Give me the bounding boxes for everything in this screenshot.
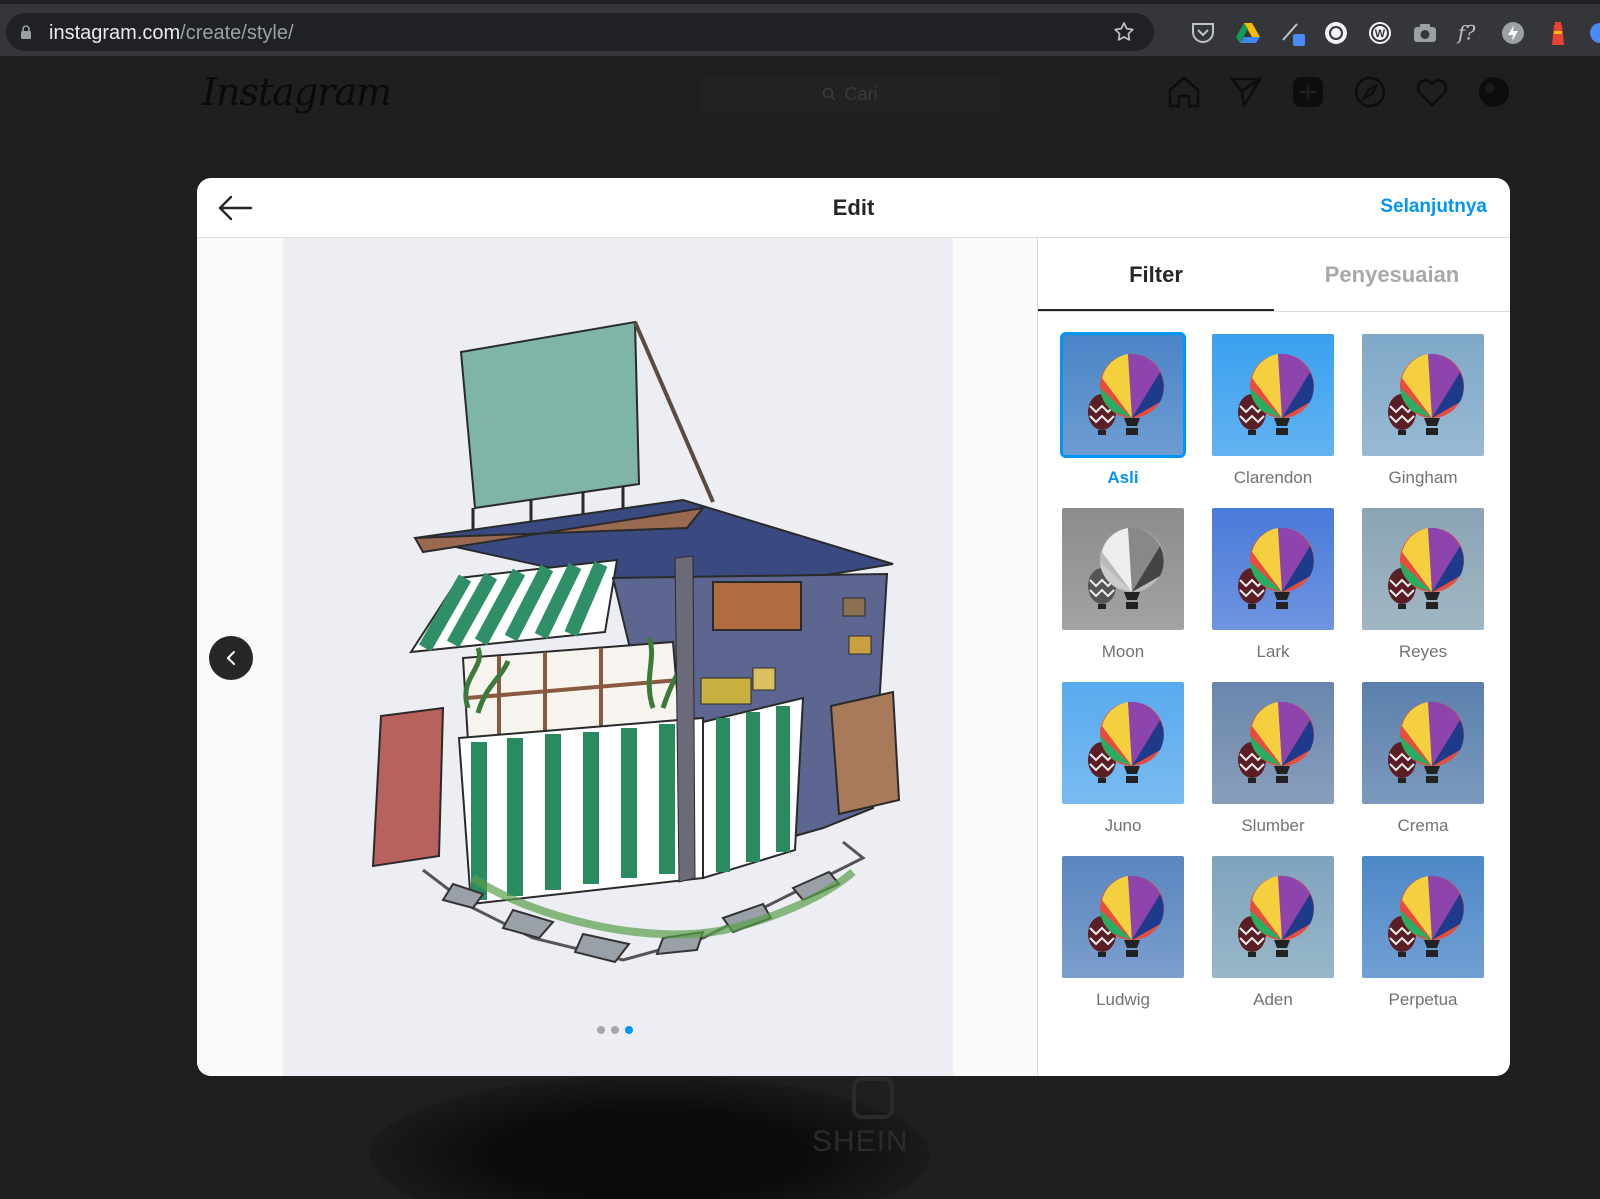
photo-preview-area [197,238,1037,1076]
url-path: /create/style/ [180,22,294,44]
lightning-extension-icon[interactable] [1500,20,1526,46]
filter-thumbnail [1212,334,1334,456]
new-post-icon[interactable] [1290,74,1326,110]
hot-air-balloon-icon [1238,701,1314,783]
filter-option[interactable]: Perpetua [1362,856,1484,1010]
camera-icon[interactable] [1412,20,1438,46]
filter-thumbnail [1060,332,1186,458]
bookmark-star-icon[interactable] [1112,20,1136,44]
hot-air-balloon-icon [1388,353,1464,435]
filter-label: Ludwig [1096,990,1150,1009]
lighthouse-extension-icon[interactable] [1545,20,1571,46]
filter-option[interactable]: Crema [1362,682,1484,836]
carousel-dot-active [625,1026,633,1034]
filter-option[interactable]: Clarendon [1212,334,1334,488]
font-identifier-icon[interactable]: f? [1456,20,1482,46]
filter-option[interactable]: Aden [1212,856,1334,1010]
svg-text:W: W [1375,28,1386,40]
filter-label: Slumber [1241,816,1305,835]
search-icon [823,87,837,101]
hot-air-balloon-icon [1088,527,1164,609]
hot-air-balloon-icon [1388,527,1464,609]
hot-air-balloon-icon [1388,875,1464,957]
filter-option[interactable]: Slumber [1212,682,1334,836]
explore-icon[interactable] [1352,74,1388,110]
filter-label: Clarendon [1233,468,1313,487]
tab-filter[interactable]: Filter [1038,238,1274,311]
filter-thumbnail [1062,682,1184,804]
next-button[interactable]: Selanjutnya [1380,196,1487,218]
edit-side-panel: Filter Penyesuaian Asli Clarendon Gingham M… [1037,238,1510,1076]
wordpress-icon[interactable]: W [1367,20,1393,46]
filter-thumbnail [1062,508,1184,630]
filter-thumbnail [1062,856,1184,978]
instagram-header: Instagram Cari [0,56,1600,132]
filter-thumbnail [1362,508,1484,630]
carousel-dot [597,1026,605,1034]
hot-air-balloon-icon [1388,701,1464,783]
filter-label: Moon [1101,642,1145,661]
filter-thumbnail [1362,334,1484,456]
filter-label: Lark [1256,642,1290,661]
filter-option[interactable]: Asli [1060,332,1186,488]
home-icon[interactable] [1166,74,1202,110]
profile-avatar[interactable] [1476,74,1512,110]
filter-label: Juno [1104,816,1142,835]
tab-adjustments[interactable]: Penyesuaian [1274,238,1510,311]
carousel-dot [611,1026,619,1034]
filter-label: Perpetua [1388,990,1458,1009]
extension-circle-icon[interactable] [1323,20,1349,46]
address-bar[interactable]: instagram.com/create/style/ [6,13,1154,51]
filter-option[interactable]: Lark [1212,508,1334,662]
filter-label: Crema [1397,816,1449,835]
hot-air-balloon-icon [1088,701,1164,783]
filter-option[interactable]: Moon [1062,508,1184,662]
activity-heart-icon[interactable] [1414,74,1450,110]
svg-text:f?: f? [1456,22,1476,45]
hot-air-balloon-icon [1088,353,1164,435]
filter-thumbnail [1212,682,1334,804]
url-domain: instagram.com [49,22,181,44]
filter-thumbnail [1212,856,1334,978]
background-camera-icon [852,1077,894,1119]
modal-header: Edit Selanjutnya [197,178,1510,238]
filter-label: Asli [1107,468,1139,487]
profile-extension-icon[interactable] [1588,20,1600,46]
filter-thumbnail [1212,508,1334,630]
filter-option[interactable]: Juno [1062,682,1184,836]
filter-label: Reyes [1398,642,1448,661]
filter-grid: Asli Clarendon Gingham Moon Lark Reyes Juno Slu… [1060,332,1492,1010]
edit-modal: Edit Selanjutnya Filter Penyesuaian Asli… [197,178,1510,1076]
direct-message-icon[interactable] [1228,74,1264,110]
hot-air-balloon-icon [1238,527,1314,609]
lock-icon [21,25,31,39]
carousel-indicator [597,1026,633,1034]
filter-option[interactable]: Ludwig [1062,856,1184,1010]
edit-tabs: Filter Penyesuaian [1038,238,1510,312]
hot-air-balloon-icon [1238,875,1314,957]
filter-label: Aden [1253,990,1293,1009]
filter-option[interactable]: Gingham [1362,334,1484,488]
filter-option[interactable]: Reyes [1362,508,1484,662]
kiosk-sketch-image [283,238,953,1076]
search-input[interactable]: Cari [700,76,1000,112]
instagram-logo[interactable]: Instagram [202,70,392,114]
color-picker-icon[interactable] [1280,20,1306,46]
filter-label: Gingham [1388,468,1458,487]
google-drive-icon[interactable] [1235,20,1261,46]
filter-thumbnail [1362,682,1484,804]
chevron-left-icon [227,651,235,665]
url-text: instagram.com/create/style/ [49,22,294,45]
hot-air-balloon-icon [1088,875,1164,957]
filter-thumbnail [1362,856,1484,978]
modal-title: Edit [832,195,875,220]
hot-air-balloon-icon [1238,353,1314,435]
browser-toolbar: instagram.com/create/style/ W f? [0,0,1600,56]
background-watermark: SHEIN [812,1125,909,1158]
photo-preview [283,238,953,1076]
previous-image-button[interactable] [209,636,253,680]
pocket-icon[interactable] [1190,20,1216,46]
search-placeholder: Cari [844,83,878,104]
